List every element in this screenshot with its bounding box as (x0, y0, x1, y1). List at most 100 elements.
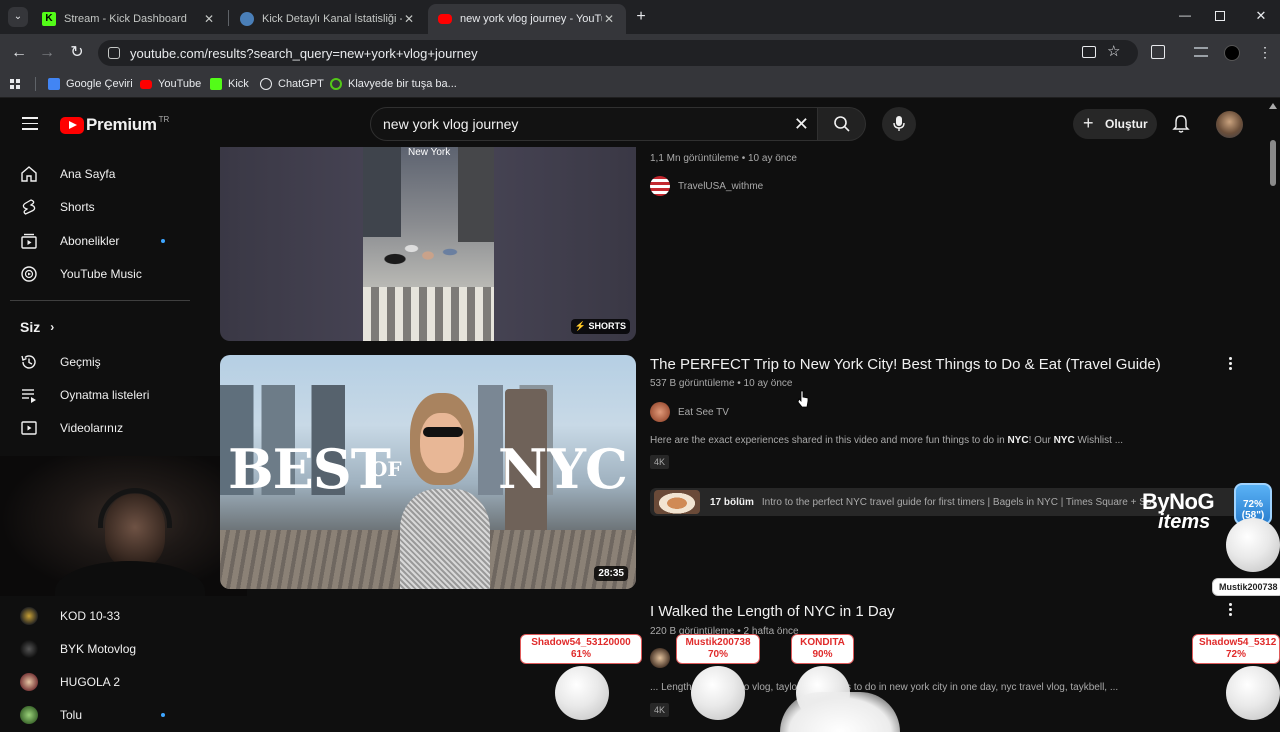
search-input[interactable]: new york vlog journey ✕ (370, 107, 818, 141)
reload-button[interactable]: ↻ (66, 42, 88, 64)
channel-name: TravelUSA_withme (678, 180, 764, 192)
tab-divider (228, 10, 229, 26)
power-icon (330, 78, 342, 90)
video-snippet: Here are the exact experiences shared in… (650, 435, 1124, 446)
sidebar-item-shorts[interactable]: Shorts (20, 197, 95, 217)
shorts-icon (22, 199, 36, 215)
tab-title: Stream - Kick Dashboard (64, 13, 187, 25)
shorts-icon: ⚡ (574, 321, 586, 331)
minimize-button[interactable]: — (1178, 8, 1192, 22)
sidebar-sub-hugola[interactable]: HUGOLA 2 (20, 672, 120, 692)
chapters-text: Intro to the perfect NYC travel guide fo… (761, 496, 1152, 508)
user-tag: KONDITA 90% (791, 634, 854, 664)
apps-icon[interactable] (10, 76, 20, 92)
channel-avatar (650, 402, 670, 422)
bookmark-google-translate[interactable]: Google Çeviri (48, 76, 133, 92)
channel-link[interactable]: Eat See TV (650, 402, 729, 422)
video-thumbnail[interactable]: BEST OF NYC 28:35 (220, 355, 636, 589)
snowball-overlay (691, 666, 745, 720)
video-title[interactable]: The PERFECT Trip to New York City! Best … (650, 356, 1161, 373)
youtube-icon (438, 14, 452, 24)
site-info-icon[interactable] (108, 47, 120, 59)
channel-avatar (20, 706, 38, 724)
logo-line2: items (1158, 511, 1211, 533)
tab-kick-stats[interactable]: Kick Detaylı Kanal İstatisliği - M ✕ (230, 4, 426, 34)
youtube-premium-logo[interactable]: Premium TR (60, 115, 169, 135)
more-actions-icon[interactable] (1229, 357, 1233, 372)
close-icon[interactable]: ✕ (402, 12, 416, 26)
webcam-body (55, 561, 205, 596)
mic-icon (893, 116, 905, 131)
sidebar-you-section[interactable]: Siz › (20, 319, 54, 335)
voice-search-button[interactable] (882, 107, 916, 141)
subscriptions-icon (21, 233, 37, 249)
account-avatar[interactable] (1216, 111, 1243, 138)
logo-text: Premium (86, 115, 157, 134)
sidebar-item-youtube-music[interactable]: YouTube Music (20, 264, 142, 284)
new-tab-button[interactable]: + (632, 8, 650, 26)
sidebar-item-label: YouTube Music (60, 267, 142, 281)
clear-search-icon[interactable]: ✕ (794, 114, 809, 135)
sidebar-item-label: Videolarınız (60, 421, 124, 435)
channel-name: Eat See TV (678, 406, 729, 418)
browser-menu-icon[interactable]: ⋮ (1258, 44, 1272, 61)
logo-line1: ByNoG (1142, 489, 1215, 514)
close-icon[interactable]: ✕ (202, 12, 216, 26)
playlist-icon (22, 389, 36, 403)
bookmark-star-icon[interactable]: ☆ (1107, 42, 1120, 60)
create-button[interactable]: + Oluştur (1073, 109, 1157, 139)
snowball-overlay (555, 666, 609, 720)
snowball-overlay (1226, 666, 1280, 720)
close-window-button[interactable]: ✕ (1254, 8, 1268, 23)
sidebar-sub-byk[interactable]: BYK Motovlog (20, 639, 136, 659)
browser-tab-bar: ⌄ K Stream - Kick Dashboard ✕ Kick Detay… (0, 0, 1280, 34)
sidebar-item-home[interactable]: Ana Sayfa (20, 164, 115, 184)
forward-button[interactable]: → (36, 42, 58, 64)
hamburger-menu-icon[interactable] (22, 117, 38, 130)
sidebar-item-playlists[interactable]: Oynatma listeleri (20, 385, 149, 405)
restore-button[interactable] (1215, 11, 1225, 21)
page-scrollbar[interactable] (1270, 140, 1276, 186)
back-button[interactable]: ← (8, 42, 30, 64)
channel-avatar (650, 648, 670, 668)
tab-list-button[interactable]: ⌄ (8, 7, 28, 27)
channel-avatar (20, 607, 38, 625)
bookmark-label: YouTube (158, 78, 202, 90)
4k-badge: 4K (650, 455, 670, 469)
video-title[interactable]: I Walked the Length of NYC in 1 Day (650, 603, 895, 620)
video-meta: 537 B görüntüleme • 10 ay önce (650, 378, 793, 389)
plus-icon: + (1083, 113, 1094, 133)
more-actions-icon[interactable] (1229, 603, 1233, 618)
search-button[interactable] (818, 107, 866, 141)
home-icon (21, 166, 37, 182)
channel-avatar (20, 640, 38, 658)
webcam-headphones (98, 488, 172, 528)
notifications-bell-icon[interactable] (1172, 114, 1190, 134)
chatgpt-icon (260, 78, 272, 90)
sidebar-item-subscriptions[interactable]: Abonelikler (20, 231, 119, 251)
profile-avatar[interactable] (1224, 45, 1240, 61)
sidebar-item-label: HUGOLA 2 (60, 675, 121, 689)
channel-link[interactable]: TravelUSA_withme (650, 176, 763, 196)
thumbnail-text-nyc: NYC (498, 437, 628, 501)
sidebar-sub-tolu[interactable]: Tolu (20, 705, 82, 725)
tab-youtube-search[interactable]: new york vlog journey - YouTube ✕ (428, 4, 626, 34)
chapter-thumbnail (654, 490, 700, 514)
sidebar-item-history[interactable]: Geçmiş (20, 352, 101, 372)
install-app-icon[interactable] (1082, 46, 1096, 58)
video-thumbnail[interactable]: New York ⚡ SHORTS (220, 147, 636, 341)
bookmark-keypress[interactable]: Klavyede bir tuşa ba... (330, 76, 457, 92)
youtube-icon (140, 79, 152, 89)
bookmark-youtube[interactable]: YouTube (140, 76, 201, 92)
extensions-icon[interactable] (1151, 45, 1165, 59)
bookmark-kick[interactable]: Kick (210, 76, 249, 92)
close-icon[interactable]: ✕ (602, 12, 616, 26)
sidebar-sub-kod[interactable]: KOD 10-33 (20, 606, 120, 626)
scroll-up-arrow[interactable] (1269, 103, 1277, 109)
media-control-icon[interactable] (1194, 47, 1208, 57)
bookmark-chatgpt[interactable]: ChatGPT (260, 76, 324, 92)
sidebar-item-your-videos[interactable]: Videolarınız (20, 418, 123, 438)
tab-kick-dashboard[interactable]: K Stream - Kick Dashboard ✕ (32, 4, 226, 34)
channel-link[interactable] (650, 648, 670, 668)
address-bar[interactable]: youtube.com/results?search_query=new+yor… (98, 40, 1138, 66)
